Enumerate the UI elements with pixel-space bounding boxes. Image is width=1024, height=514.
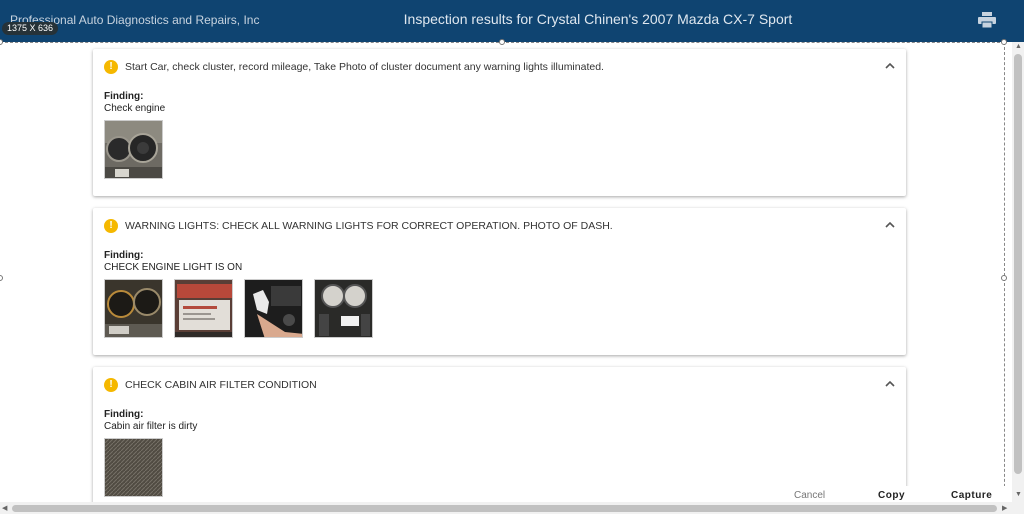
resize-handle[interactable]: [1001, 275, 1007, 281]
card-header[interactable]: ! WARNING LIGHTS: CHECK ALL WARNING LIGH…: [93, 208, 906, 244]
finding-text: CHECK ENGINE LIGHT IS ON: [104, 262, 243, 273]
capture-action-bar: Cancel Copy Capture: [778, 486, 1012, 502]
inspection-card: ! WARNING LIGHTS: CHECK ALL WARNING LIGH…: [93, 208, 906, 355]
page-title: Inspection results for Crystal Chinen's …: [403, 11, 793, 27]
finding-text: Cabin air filter is dirty: [104, 421, 198, 432]
finding-label: Finding:: [104, 250, 144, 261]
scroll-down-arrow-icon[interactable]: ▼: [1015, 491, 1022, 498]
resize-handle[interactable]: [0, 275, 3, 281]
cancel-button[interactable]: Cancel: [794, 490, 825, 501]
capture-button[interactable]: Capture: [951, 490, 992, 501]
warning-icon: !: [104, 60, 118, 74]
scanner-photo-thumbnail[interactable]: [174, 279, 233, 338]
vertical-scroll-thumb[interactable]: [1014, 54, 1022, 474]
engine-bay-photo-thumbnail[interactable]: [244, 279, 303, 338]
cluster-photo-thumbnail[interactable]: [104, 120, 163, 179]
card-header[interactable]: ! CHECK CABIN AIR FILTER CONDITION: [93, 367, 906, 403]
finding-text: Check engine: [104, 103, 166, 114]
dimension-badge: 1375 X 636: [2, 22, 59, 35]
card-title: CHECK CABIN AIR FILTER CONDITION: [125, 379, 317, 391]
chevron-up-icon[interactable]: [884, 60, 896, 72]
finding-label: Finding:: [104, 91, 144, 102]
resize-handle[interactable]: [499, 39, 505, 45]
selection-border-right: [1004, 42, 1005, 502]
warning-icon: !: [104, 378, 118, 392]
scroll-up-arrow-icon[interactable]: ▲: [1015, 43, 1022, 50]
card-title: Start Car, check cluster, record mileage…: [125, 61, 604, 73]
app-header: Professional Auto Diagnostics and Repair…: [0, 0, 1024, 42]
resize-handle[interactable]: [0, 39, 3, 45]
print-icon[interactable]: [978, 12, 996, 28]
warning-icon: !: [104, 219, 118, 233]
chevron-up-icon[interactable]: [884, 219, 896, 231]
copy-button[interactable]: Copy: [878, 490, 905, 501]
horizontal-scroll-thumb[interactable]: [12, 505, 997, 512]
air-filter-photo-thumbnail[interactable]: [104, 438, 163, 497]
chevron-up-icon[interactable]: [884, 378, 896, 390]
gauges-photo-thumbnail[interactable]: [314, 279, 373, 338]
resize-handle[interactable]: [1001, 39, 1007, 45]
finding-label: Finding:: [104, 409, 144, 420]
dash-photo-thumbnail[interactable]: [104, 279, 163, 338]
card-title: WARNING LIGHTS: CHECK ALL WARNING LIGHTS…: [125, 220, 613, 232]
scroll-left-arrow-icon[interactable]: ◀: [2, 504, 7, 512]
scroll-right-arrow-icon[interactable]: ▶: [1002, 504, 1007, 512]
inspection-card: ! Start Car, check cluster, record milea…: [93, 49, 906, 196]
card-header[interactable]: ! Start Car, check cluster, record milea…: [93, 49, 906, 85]
